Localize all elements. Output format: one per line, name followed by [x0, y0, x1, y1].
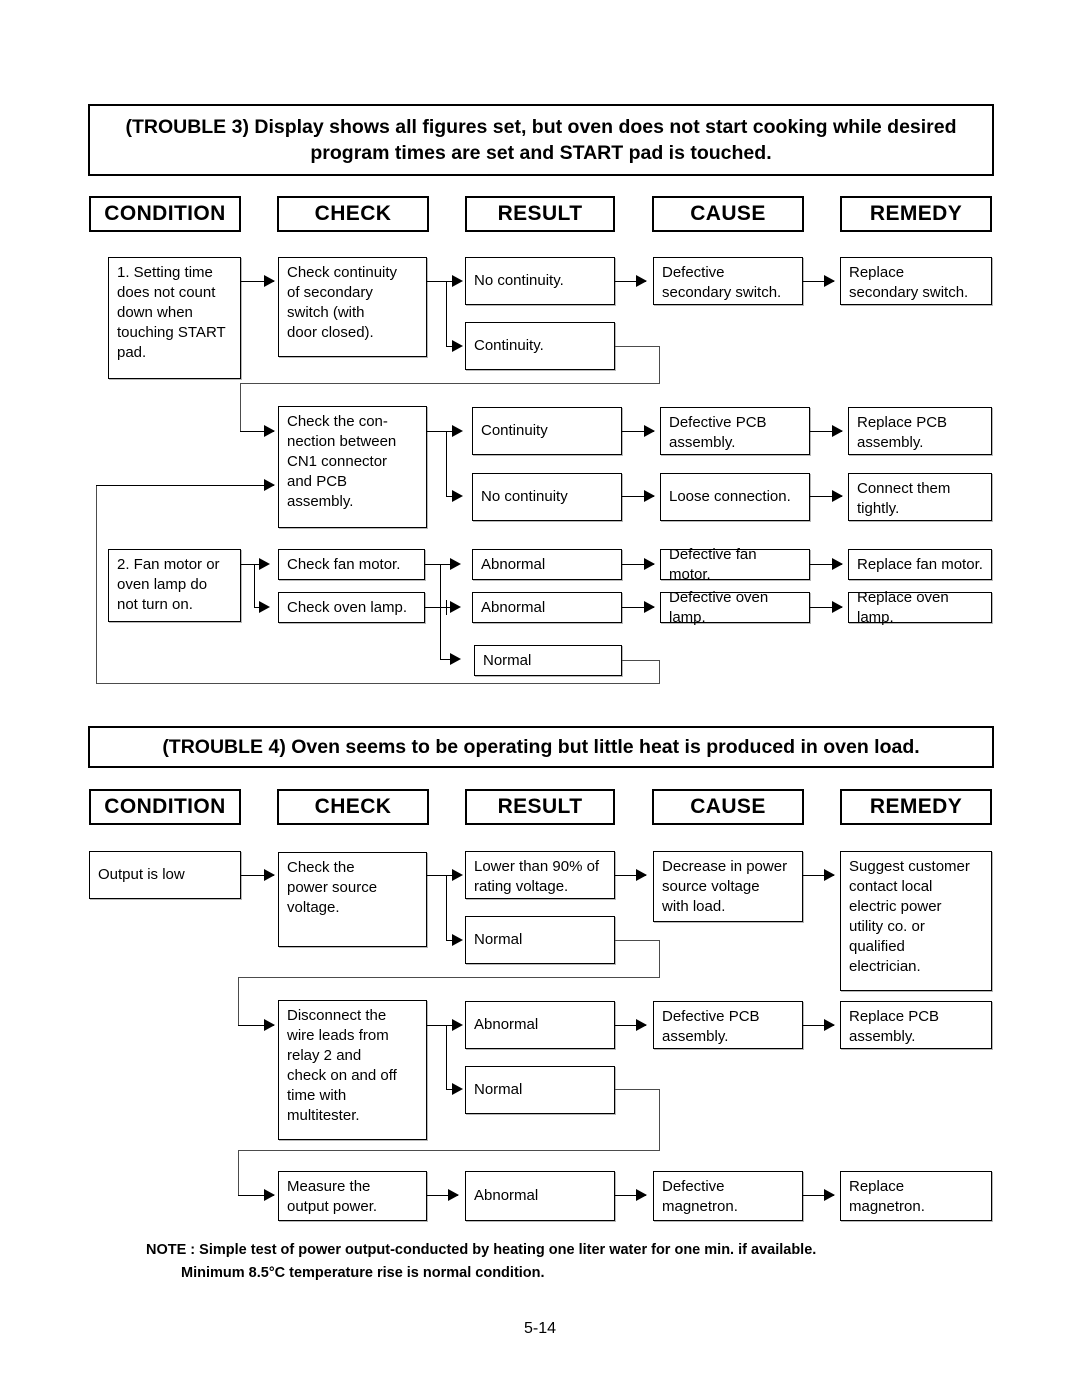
t4-result-1: Lower than 90% of rating voltage.: [465, 851, 615, 899]
arrow-icon: [832, 490, 843, 502]
t3-remedy-4: Replace fan motor.: [848, 549, 992, 580]
arrow-icon: [452, 490, 463, 502]
column-header-remedy: REMEDY: [840, 196, 992, 232]
t3-check-4: Check oven lamp.: [278, 592, 425, 623]
arrow-icon: [264, 1019, 275, 1031]
column-header-cause: CAUSE: [652, 196, 804, 232]
t3-condition-2: 2. Fan motor or oven lamp do not turn on…: [108, 549, 241, 622]
footnote-line-1: NOTE : Simple test of power output-condu…: [146, 1242, 817, 1258]
arrow-icon: [452, 869, 463, 881]
t3-result-7: Normal: [474, 645, 622, 676]
column-header-cause-2: CAUSE: [652, 789, 804, 825]
arrow-icon: [644, 490, 655, 502]
arrow-icon: [452, 425, 463, 437]
column-header-condition-2: CONDITION: [89, 789, 241, 825]
t4-remedy-2: Replace PCB assembly.: [840, 1001, 992, 1049]
arrow-icon: [450, 558, 461, 570]
arrow-icon: [636, 275, 647, 287]
manual-page: (TROUBLE 3) Display shows all figures se…: [0, 0, 1080, 1399]
arrow-icon: [264, 275, 275, 287]
t3-remedy-1: Replace secondary switch.: [840, 257, 992, 305]
arrow-icon: [452, 340, 463, 352]
arrow-icon: [259, 601, 270, 613]
column-header-check: CHECK: [277, 196, 429, 232]
t4-result-2: Normal: [465, 916, 615, 964]
arrow-icon: [452, 1019, 463, 1031]
t3-check-2: Check the con- nection between CN1 conne…: [278, 406, 427, 528]
arrow-icon: [264, 1189, 275, 1201]
t4-check-1: Check the power source voltage.: [278, 852, 427, 947]
arrow-icon: [264, 425, 275, 437]
t4-check-2: Disconnect the wire leads from relay 2 a…: [278, 1000, 427, 1140]
t4-result-5: Abnormal: [465, 1171, 615, 1221]
t3-condition-1: 1. Setting time does not count down when…: [108, 257, 241, 379]
arrow-icon: [644, 425, 655, 437]
arrow-icon: [832, 425, 843, 437]
t3-cause-5: Defective oven lamp.: [660, 589, 810, 626]
t4-result-3: Abnormal: [465, 1001, 615, 1049]
t3-remedy-2: Replace PCB assembly.: [848, 407, 992, 455]
arrow-icon: [636, 869, 647, 881]
arrow-icon: [824, 275, 835, 287]
t3-result-4: No continuity: [472, 473, 622, 521]
trouble3-title-line2: program times are set and START pad is t…: [310, 142, 772, 164]
trouble3-title-line1: (TROUBLE 3) Display shows all figures se…: [125, 115, 957, 138]
arrow-icon: [824, 1019, 835, 1031]
arrow-icon: [644, 601, 655, 613]
t3-remedy-3: Connect them tightly.: [848, 473, 992, 521]
t4-cause-3: Defective magnetron.: [653, 1171, 803, 1221]
t3-check-3: Check fan motor.: [278, 549, 425, 580]
trouble4-title-banner: (TROUBLE 4) Oven seems to be operating b…: [88, 726, 994, 768]
t4-remedy-1: Suggest customer contact local electric …: [840, 851, 992, 991]
arrow-icon: [448, 1189, 459, 1201]
arrow-icon: [832, 558, 843, 570]
arrow-icon: [452, 1083, 463, 1095]
arrow-icon: [452, 275, 463, 287]
column-header-result-2: RESULT: [465, 789, 615, 825]
t3-result-3: Continuity: [472, 407, 622, 455]
t3-remedy-5: Replace oven lamp.: [848, 589, 992, 626]
t4-result-4: Normal: [465, 1066, 615, 1114]
arrow-icon: [259, 558, 270, 570]
column-header-result: RESULT: [465, 196, 615, 232]
trouble4-title-line1: (TROUBLE 4) Oven seems to be operating b…: [162, 735, 920, 758]
t3-result-6: Abnormal: [472, 592, 622, 623]
t3-cause-4: Defective fan motor.: [660, 546, 810, 583]
t4-check-3: Measure the output power.: [278, 1171, 427, 1221]
t4-remedy-3: Replace magnetron.: [840, 1171, 992, 1221]
t3-cause-3: Loose connection.: [660, 473, 810, 521]
arrow-icon: [452, 934, 463, 946]
t4-cause-1: Decrease in power source voltage with lo…: [653, 851, 803, 922]
arrow-icon: [824, 1189, 835, 1201]
arrow-icon: [264, 869, 275, 881]
column-header-remedy-2: REMEDY: [840, 789, 992, 825]
t3-result-5: Abnormal: [472, 549, 622, 580]
t3-cause-2: Defective PCB assembly.: [660, 407, 810, 455]
trouble3-title-banner: (TROUBLE 3) Display shows all figures se…: [88, 104, 994, 176]
t4-cause-2: Defective PCB assembly.: [653, 1001, 803, 1049]
arrow-icon: [832, 601, 843, 613]
column-header-check-2: CHECK: [277, 789, 429, 825]
t3-check-1: Check continuity of secondary switch (wi…: [278, 257, 427, 357]
t3-result-2: Continuity.: [465, 322, 615, 370]
arrow-icon: [824, 869, 835, 881]
arrow-icon: [644, 558, 655, 570]
column-header-condition: CONDITION: [89, 196, 241, 232]
arrow-icon: [450, 601, 461, 613]
t3-cause-1: Defective secondary switch.: [653, 257, 803, 305]
arrow-icon: [450, 653, 461, 665]
arrow-icon: [636, 1019, 647, 1031]
page-number: 5-14: [523, 1320, 557, 1337]
arrow-icon: [636, 1189, 647, 1201]
t4-condition-1: Output is low: [89, 851, 241, 899]
footnote-line-2: Minimum 8.5°C temperature rise is normal…: [181, 1265, 545, 1281]
arrow-icon: [264, 479, 275, 491]
t3-result-1: No continuity.: [465, 257, 615, 305]
